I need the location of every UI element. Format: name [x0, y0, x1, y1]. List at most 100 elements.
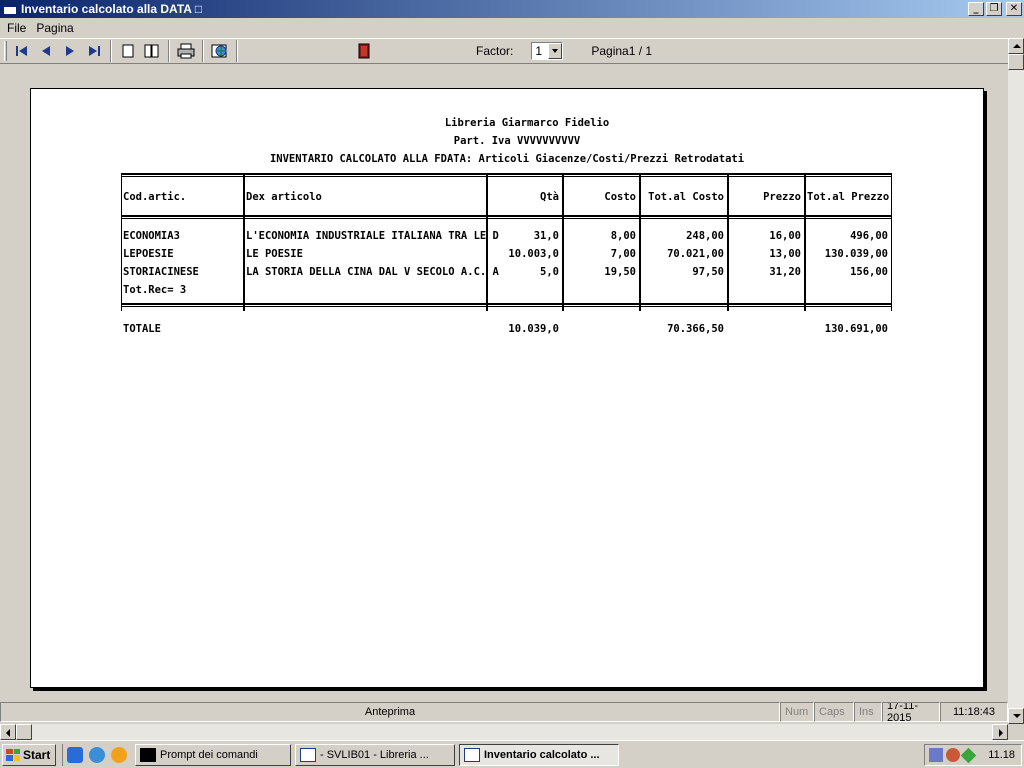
scroll-left-button[interactable]	[0, 724, 16, 740]
table-cell: 156,00	[850, 266, 888, 278]
column-header: Costo	[604, 191, 636, 203]
command-prompt-icon	[140, 747, 156, 762]
table-cell: LE POESIE	[246, 248, 303, 260]
column-header: Dex articolo	[246, 191, 322, 203]
window-icon	[300, 747, 316, 762]
report-page: Libreria Giarmarco Fidelio Part. Iva VVV…	[30, 88, 984, 688]
media-player-icon[interactable]	[111, 746, 127, 763]
table-cell: 97,50	[692, 266, 724, 278]
security-icon[interactable]	[946, 748, 960, 762]
table-cell: STORIACINESE	[123, 266, 199, 278]
company-name: Libreria Giarmarco Fidelio	[444, 117, 610, 129]
print-button[interactable]	[174, 40, 198, 62]
task-label: Inventario calcolato ...	[484, 748, 600, 761]
prev-page-icon	[42, 46, 50, 56]
export-button[interactable]	[208, 40, 232, 62]
column-header: Cod.artic.	[123, 191, 187, 203]
clock: 11.18	[988, 749, 1015, 761]
taskbar: Start Prompt dei comandi - SVLIB01 - Lib…	[0, 740, 1024, 768]
task-button[interactable]: Prompt dei comandi	[135, 743, 291, 766]
scroll-thumb[interactable]	[16, 724, 32, 740]
start-button[interactable]: Start	[2, 743, 56, 766]
windows-logo-icon	[6, 748, 20, 761]
two-pages-button[interactable]	[140, 40, 164, 62]
first-page-icon	[16, 46, 27, 56]
table-cell: 10.003,0	[508, 248, 559, 260]
close-button[interactable]: ✕	[1006, 2, 1022, 16]
menu-file[interactable]: File	[2, 21, 31, 35]
vat-number: Part. Iva VVVVVVVVVV	[453, 135, 581, 147]
preview-area: Libreria Giarmarco Fidelio Part. Iva VVV…	[0, 66, 1008, 700]
column-header: Tot.al Prezzo	[807, 191, 890, 203]
next-page-button[interactable]	[58, 40, 82, 62]
table-cell: 70.021,00	[667, 248, 724, 260]
toolbar: Factor: 1 Pagina1 / 1	[0, 38, 1008, 64]
chevron-down-icon[interactable]	[548, 43, 563, 59]
window-icon	[464, 747, 480, 762]
task-label: - SVLIB01 - Libreria ...	[320, 748, 429, 761]
table-cell: LEPOESIE	[123, 248, 174, 260]
status-main: Anteprima	[0, 702, 780, 722]
scroll-right-button[interactable]	[992, 724, 1008, 740]
factor-select[interactable]: 1	[531, 42, 564, 60]
minimize-button[interactable]: _	[968, 2, 984, 16]
column-header: Tot.al Costo	[648, 191, 724, 203]
num-lock-indicator: Num	[780, 702, 814, 722]
total-cost: 70.366,50	[667, 323, 724, 335]
task-button[interactable]: - SVLIB01 - Libreria ...	[295, 743, 455, 766]
next-page-icon	[66, 46, 74, 56]
status-bar: Anteprima Num Caps Ins 17-11-2015 11:18:…	[0, 701, 1008, 723]
last-page-button[interactable]	[82, 40, 106, 62]
horizontal-scrollbar[interactable]	[0, 724, 1008, 740]
table-cell: 130.039,00	[824, 248, 888, 260]
factor-value: 1	[535, 44, 543, 58]
menu-pagina[interactable]: Pagina	[31, 21, 78, 35]
printer-icon	[177, 43, 195, 59]
title-bar: Inventario calcolato alla DATA □ _ ❐ ✕	[0, 0, 1024, 18]
table-cell: 496,00	[850, 230, 888, 242]
status-date: 17-11-2015	[882, 702, 940, 722]
toolbar-grip[interactable]	[4, 41, 7, 61]
table-cell: 19,50	[604, 266, 636, 278]
factor-label: Factor:	[476, 44, 514, 58]
task-button-active[interactable]: Inventario calcolato ...	[459, 743, 619, 766]
total-price: 130.691,00	[824, 323, 888, 335]
table-cell: L'ECONOMIA INDUSTRIALE ITALIANA TRA LE D	[246, 230, 499, 242]
column-header: Prezzo	[763, 191, 801, 203]
scroll-down-button[interactable]	[1008, 708, 1024, 724]
table-cell: 31,0	[533, 230, 559, 242]
menu-bar: File Pagina	[0, 18, 1024, 38]
desktop-icon[interactable]	[67, 746, 83, 763]
exit-door-icon	[358, 43, 370, 59]
toolbar-separator	[168, 40, 170, 62]
app-icon	[3, 3, 17, 15]
total-qty: 10.039,0	[508, 323, 559, 335]
toolbar-separator	[110, 40, 112, 62]
task-label: Prompt dei comandi	[160, 748, 258, 761]
last-page-icon	[89, 46, 100, 56]
table-cell: LA STORIA DELLA CINA DAL V SECOLO A.C. A	[246, 266, 499, 278]
table-cell: 16,00	[769, 230, 801, 242]
caps-lock-indicator: Caps	[814, 702, 854, 722]
page-indicator: Pagina1 / 1	[591, 44, 653, 58]
single-page-button[interactable]	[116, 40, 140, 62]
start-label: Start	[23, 747, 51, 762]
update-icon[interactable]	[960, 747, 977, 763]
scroll-thumb[interactable]	[1008, 54, 1024, 70]
restore-button[interactable]: ❐	[986, 2, 1002, 16]
exit-button[interactable]	[352, 40, 376, 62]
record-count: Tot.Rec= 3	[123, 284, 187, 296]
internet-explorer-icon[interactable]	[89, 746, 105, 763]
vertical-scrollbar[interactable]	[1008, 38, 1024, 724]
prev-page-button[interactable]	[34, 40, 58, 62]
scroll-up-button[interactable]	[1008, 38, 1024, 54]
column-header: Qtà	[540, 191, 559, 203]
first-page-button[interactable]	[10, 40, 34, 62]
network-icon[interactable]	[929, 748, 943, 762]
status-time: 11:18:43	[940, 702, 1008, 722]
table-cell: 13,00	[769, 248, 801, 260]
table-cell: 7,00	[610, 248, 636, 260]
totals-label: TOTALE	[123, 323, 161, 335]
table-cell: 5,0	[540, 266, 559, 278]
window-title: Inventario calcolato alla DATA □	[21, 2, 203, 16]
